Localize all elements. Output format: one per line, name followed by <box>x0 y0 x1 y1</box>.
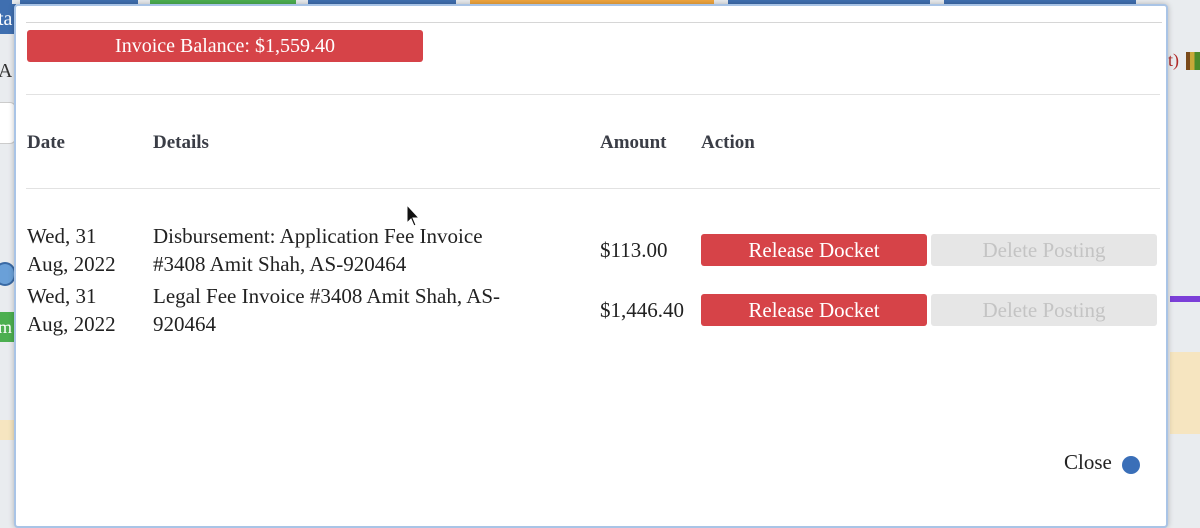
row-details: Disbursement: Application Fee Invoice #3… <box>153 222 483 278</box>
row-details-line2: #3408 Amit Shah, AS-920464 <box>153 252 407 276</box>
delete-posting-button[interactable]: Delete Posting <box>931 294 1157 326</box>
column-header-details: Details <box>153 132 209 153</box>
invoice-balance-badge: Invoice Balance: $1,559.40 <box>27 30 423 62</box>
invoice-postings-modal: Invoice Balance: $1,559.40 Date Details … <box>14 4 1168 528</box>
bg-left-green-button[interactable]: m <box>0 312 14 342</box>
row-date: Wed, 31 Aug, 2022 <box>27 222 116 278</box>
modal-top-divider <box>26 22 1162 23</box>
row-amount: $1,446.40 <box>600 298 684 322</box>
row-date: Wed, 31 Aug, 2022 <box>27 282 116 338</box>
bg-right-books-icon <box>1186 52 1200 70</box>
row-date-line1: Wed, 31 <box>27 284 97 308</box>
column-header-action: Action <box>701 132 755 153</box>
release-docket-button[interactable]: Release Docket <box>701 234 927 266</box>
header-divider-top <box>26 94 1160 95</box>
row-details: Legal Fee Invoice #3408 Amit Shah, AS- 9… <box>153 282 500 338</box>
bg-right-purple-bar <box>1170 296 1200 302</box>
row-details-line2: 920464 <box>153 312 216 336</box>
header-divider-bottom <box>26 188 1160 189</box>
delete-posting-button[interactable]: Delete Posting <box>931 234 1157 266</box>
row-date-line1: Wed, 31 <box>27 224 97 248</box>
release-docket-button[interactable]: Release Docket <box>701 294 927 326</box>
row-date-line2: Aug, 2022 <box>27 312 116 336</box>
mouse-cursor-icon <box>406 204 421 227</box>
row-date-line2: Aug, 2022 <box>27 252 116 276</box>
close-link[interactable]: Close <box>1064 450 1112 475</box>
bg-right-text: t) <box>1168 50 1179 70</box>
column-header-date: Date <box>27 132 65 153</box>
close-icon[interactable] <box>1122 456 1140 474</box>
bg-right-tan-panel <box>1170 352 1200 434</box>
row-amount: $113.00 <box>600 238 668 262</box>
column-header-amount: Amount <box>600 132 667 153</box>
row-details-line1: Disbursement: Application Fee Invoice <box>153 224 483 248</box>
row-details-line1: Legal Fee Invoice #3408 Amit Shah, AS- <box>153 284 501 308</box>
bg-left-text: Au <box>0 60 12 82</box>
